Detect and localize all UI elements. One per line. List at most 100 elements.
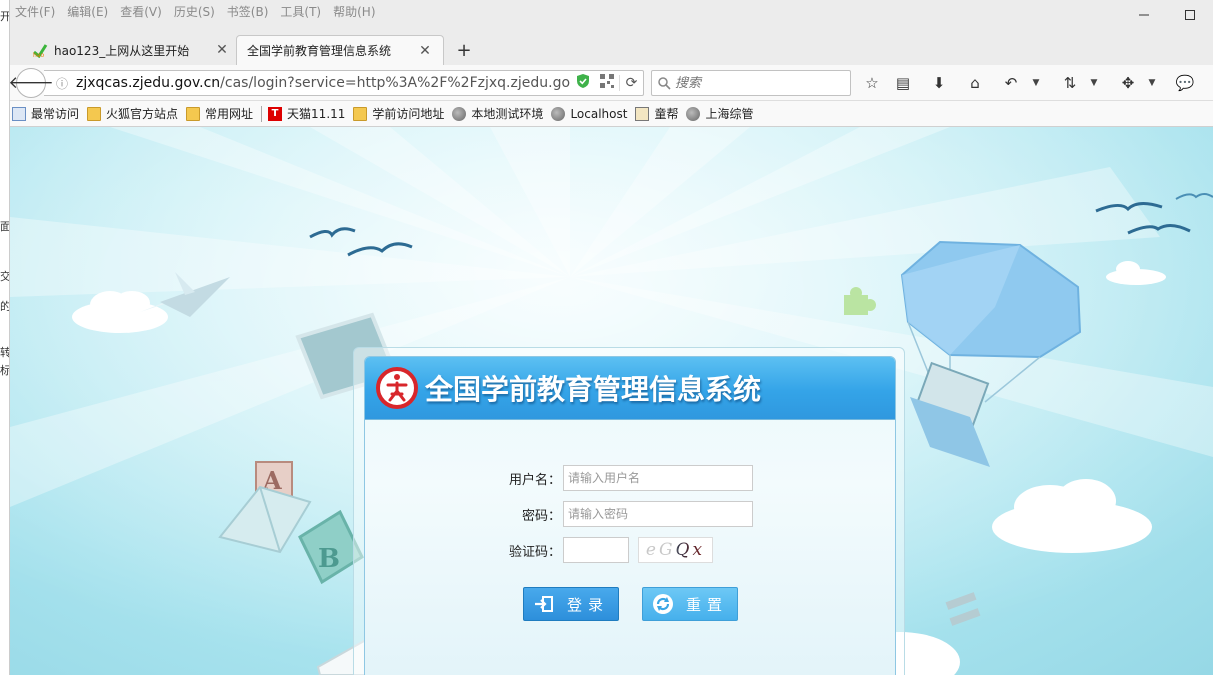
menu-bookmarks[interactable]: 书签(B)	[227, 3, 269, 20]
folder-icon	[87, 106, 102, 121]
downloads-button[interactable]: ⬇	[927, 72, 951, 94]
system-logo-icon	[376, 367, 418, 409]
bookmark-firefox-sites[interactable]: 火狐官方站点	[87, 105, 178, 122]
addon-dropdown[interactable]: ▼	[1146, 72, 1158, 94]
password-row: 密码：	[365, 501, 753, 527]
background-text: 面	[0, 220, 10, 233]
captcha-row: 验证码： eGQx	[365, 537, 713, 563]
bookmark-label: 童帮	[654, 107, 679, 121]
bookmark-most-visited[interactable]: 最常访问	[12, 105, 79, 122]
home-icon: ⌂	[970, 74, 980, 92]
username-input[interactable]	[563, 465, 753, 491]
back-button[interactable]: 🡐	[8, 68, 54, 98]
maximize-icon	[1185, 10, 1195, 20]
home-button[interactable]: ⌂	[963, 72, 987, 94]
background-text: 转	[0, 346, 10, 359]
search-icon	[658, 76, 671, 90]
menu-tools[interactable]: 工具(T)	[280, 3, 321, 20]
search-input[interactable]	[675, 75, 835, 91]
info-icon[interactable]: ⓘ	[52, 75, 72, 92]
close-icon[interactable]: ✕	[214, 42, 230, 58]
chat-button[interactable]: 💬	[1173, 72, 1197, 94]
captcha-input[interactable]	[563, 537, 629, 563]
menu-help[interactable]: 帮助(H)	[333, 3, 375, 20]
login-arrow-icon	[533, 593, 555, 615]
bookmark-label: 火狐官方站点	[106, 107, 179, 121]
navigation-toolbar: ⓘ zjxqcas.zjedu.gov.cn/cas/login?service…	[8, 65, 1213, 101]
browser-window: 文件(F) 编辑(E) 查看(V) 历史(S) 书签(B) 工具(T) 帮助(H…	[8, 0, 1213, 675]
qrcode-icon[interactable]	[595, 74, 619, 92]
password-input[interactable]	[563, 501, 753, 527]
close-icon[interactable]: ✕	[417, 43, 433, 59]
most-visited-icon	[12, 106, 26, 121]
bookmark-common-sites[interactable]: 常用网址	[186, 105, 253, 122]
chevron-down-icon: ▼	[1148, 78, 1156, 88]
image-icon	[635, 106, 650, 121]
shield-check-icon[interactable]	[571, 73, 595, 93]
plus-icon: +	[456, 39, 472, 61]
page-content: A B 全国学前教育管理信息系统 用户名： 请输入用户名 密码： 请输入密码 验…	[10, 127, 1213, 675]
background-text: 开	[0, 10, 10, 23]
chat-bubble-icon: 💬	[1175, 74, 1195, 92]
folder-icon	[353, 106, 368, 121]
password-label: 密码：	[521, 508, 561, 524]
tab-xueqian[interactable]: 全国学前教育管理信息系统 ✕	[236, 35, 444, 65]
back-arrow-icon: 🡐	[8, 73, 54, 93]
bookmark-label: Localhost	[570, 106, 628, 121]
extension-button[interactable]: ⇅	[1058, 72, 1082, 94]
bookmark-tmall[interactable]: T 天猫11.11	[268, 105, 345, 122]
url-bar[interactable]: ⓘ zjxqcas.zjedu.gov.cn/cas/login?service…	[44, 70, 644, 96]
bookmark-local-test[interactable]: 本地测试环境	[452, 105, 543, 122]
undo-button[interactable]: ↶	[999, 72, 1023, 94]
undo-dropdown[interactable]: ▼	[1030, 72, 1042, 94]
search-box[interactable]	[651, 70, 851, 96]
url-host: zjxqcas.zjedu.gov.cn	[76, 75, 221, 91]
menu-file[interactable]: 文件(F)	[15, 3, 55, 20]
bookmark-label: 上海综管	[705, 107, 754, 121]
captcha-label: 验证码：	[508, 544, 561, 560]
login-button-label: 登录	[566, 595, 609, 614]
undo-arrow-icon: ↶	[1004, 74, 1018, 92]
menu-history[interactable]: 历史(S)	[174, 3, 215, 20]
minimize-button[interactable]	[1121, 0, 1167, 30]
background-text: 的	[0, 300, 10, 313]
bookmark-star-button[interactable]: ☆	[860, 72, 884, 94]
gesture-icon: ⇅	[1063, 74, 1077, 92]
reset-button[interactable]: 重置	[642, 587, 738, 621]
system-title: 全国学前教育管理信息系统	[425, 373, 762, 406]
reset-button-label: 重置	[685, 595, 728, 614]
extension-dropdown[interactable]: ▼	[1088, 72, 1100, 94]
window-controls	[1121, 0, 1213, 30]
background-window-edge: 开 面 交 的 转 标	[0, 0, 10, 675]
bookmark-label: 最常访问	[31, 107, 80, 121]
addon-button[interactable]: ✥	[1116, 72, 1140, 94]
menu-edit[interactable]: 编辑(E)	[67, 3, 108, 20]
bookmark-label: 本地测试环境	[471, 107, 544, 121]
url-text[interactable]: zjxqcas.zjedu.gov.cn/cas/login?service=h…	[72, 75, 571, 91]
refresh-icon	[652, 593, 674, 615]
bookmark-xueqian-address[interactable]: 学前访问地址	[353, 105, 444, 122]
menu-view[interactable]: 查看(V)	[120, 3, 162, 20]
bookmark-shanghai[interactable]: 上海综管	[686, 105, 753, 122]
captcha-image[interactable]: eGQx	[638, 537, 713, 563]
reload-icon[interactable]: ⟳	[619, 75, 643, 91]
bookmarks-toolbar: 最常访问 火狐官方站点 常用网址 T 天猫11.11 学前访问地址 本地测试环境…	[10, 101, 1213, 127]
tab-title: hao123_上网从这里开始	[54, 43, 190, 58]
login-box: 全国学前教育管理信息系统 用户名： 密码： 验证码： eGQx	[364, 356, 896, 675]
maximize-button[interactable]	[1167, 0, 1213, 30]
username-label: 用户名：	[508, 472, 561, 488]
bookmark-localhost[interactable]: Localhost	[551, 106, 628, 121]
login-header: 全国学前教育管理信息系统	[365, 357, 895, 420]
tab-hao123[interactable]: hao hao123_上网从这里开始 ✕	[22, 35, 240, 65]
new-tab-button[interactable]: +	[452, 37, 476, 63]
tab-title: 全国学前教育管理信息系统	[247, 44, 392, 58]
login-panel: 全国学前教育管理信息系统 用户名： 密码： 验证码： eGQx	[353, 347, 905, 675]
bookmark-tongbang[interactable]: 童帮	[635, 105, 678, 122]
reading-list-button[interactable]: ▤	[891, 72, 915, 94]
background-text: 交	[0, 270, 10, 283]
login-button[interactable]: 登录	[523, 587, 619, 621]
hao123-favicon-icon: hao	[32, 42, 48, 58]
bookmark-label: 天猫11.11	[287, 107, 346, 121]
download-arrow-icon: ⬇	[932, 74, 946, 92]
tab-strip: hao hao123_上网从这里开始 ✕ 全国学前教育管理信息系统 ✕ +	[10, 35, 1213, 65]
